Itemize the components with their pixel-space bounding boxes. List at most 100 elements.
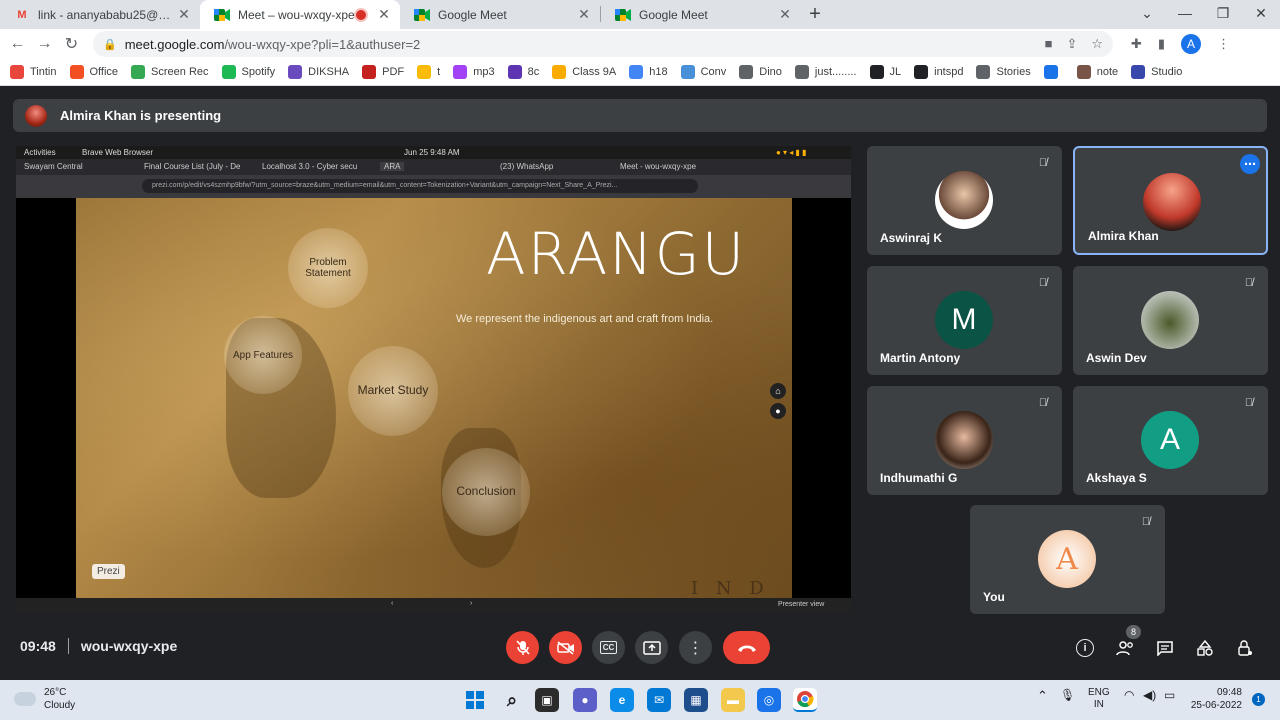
participant-avatar: A — [1141, 411, 1199, 469]
clock-time: 09:48 — [1216, 687, 1242, 698]
browser-tab-gmail[interactable]: M link - ananyababu25@gmail.com ✕ — [0, 0, 200, 29]
participant-avatar — [935, 411, 993, 469]
browser-tab-google-meet[interactable]: Google Meet ✕ — [400, 0, 600, 29]
browser-tab-meet-active[interactable]: Meet – wou-wxqy-xpe ✕ — [200, 0, 400, 29]
mic-toggle-button[interactable] — [506, 631, 539, 664]
store-icon[interactable]: ▦ — [684, 688, 708, 712]
more-options-button[interactable]: ⋮ — [679, 631, 712, 664]
weather-widget[interactable]: 26°C Cloudy — [14, 686, 75, 712]
bookmark-item[interactable]: Class 9A — [552, 65, 616, 79]
input-language[interactable]: ENG IN — [1088, 687, 1110, 711]
back-icon[interactable]: ← — [4, 35, 31, 53]
share-icon[interactable]: ⇪ — [1066, 36, 1077, 52]
camera-in-use-icon[interactable]: ■ — [1045, 36, 1053, 52]
participant-tile[interactable]: A 🎙̸ Akshaya S — [1073, 386, 1268, 495]
windows-start-icon[interactable] — [463, 688, 487, 712]
bubble-market-study[interactable]: Market Study — [348, 346, 438, 436]
bookmark-item[interactable] — [1043, 65, 1064, 79]
url-omnibox[interactable]: 🔒 meet.google.com/wou-wxqy-xpe?pli=1&aut… — [93, 31, 1113, 57]
close-tab-icon[interactable]: ✕ — [576, 6, 592, 23]
search-icon[interactable]: ⌕ — [500, 688, 524, 712]
tab-search-icon[interactable]: ⌄ — [1128, 0, 1166, 29]
minimize-icon[interactable]: — — [1166, 0, 1204, 29]
bookmark-item[interactable]: Spotify — [221, 65, 275, 79]
chat-button[interactable] — [1153, 636, 1177, 660]
presenter-avatar — [25, 104, 47, 127]
teams-chat-icon[interactable]: ● — [573, 688, 597, 712]
bookmark-item[interactable]: h18 — [629, 65, 668, 79]
present-screen-button[interactable] — [635, 631, 668, 664]
participant-tile[interactable]: 🎙̸ Aswin Dev — [1073, 266, 1268, 375]
more-options-icon[interactable]: ⋯ — [1240, 154, 1260, 174]
bookmark-item[interactable]: Screen Rec — [131, 65, 209, 79]
close-tab-icon[interactable]: ✕ — [176, 6, 192, 23]
bookmark-item[interactable]: Dino — [739, 65, 782, 79]
participant-tile[interactable]: M 🎙̸ Martin Antony — [867, 266, 1062, 375]
side-panel-icon[interactable]: ▮ — [1158, 36, 1165, 52]
people-icon — [1116, 641, 1133, 656]
volume-icon[interactable]: ◀) — [1143, 688, 1156, 702]
bookmark-label: Stories — [996, 66, 1031, 78]
bookmark-item[interactable]: 8c — [507, 65, 539, 79]
system-clock[interactable]: 09:48 25-06-2022 — [1191, 686, 1242, 712]
maximize-icon[interactable]: ❐ — [1204, 0, 1242, 29]
bookmark-item[interactable]: Tintin — [10, 65, 57, 79]
bubble-problem-statement[interactable]: Problem Statement — [288, 228, 368, 308]
bubble-conclusion[interactable]: Conclusion — [442, 448, 530, 536]
bookmark-item[interactable]: JL — [869, 65, 902, 79]
leave-call-button[interactable] — [723, 631, 770, 664]
shapes-icon — [1197, 640, 1213, 656]
bookmark-item[interactable]: Stories — [976, 65, 1031, 79]
bookmark-item[interactable]: just........ — [794, 65, 857, 79]
battery-icon[interactable]: ▭ — [1164, 688, 1175, 702]
extensions-icon[interactable]: ✚ — [1131, 36, 1142, 52]
notification-badge[interactable]: 1 — [1252, 693, 1265, 706]
captions-button[interactable]: CC — [592, 631, 625, 664]
profile-avatar[interactable]: A — [1181, 34, 1202, 54]
participant-tile[interactable]: 🎙̸ Aswinraj K — [867, 146, 1062, 255]
meeting-details-button[interactable]: i — [1073, 636, 1097, 660]
browser-tab-google-meet-2[interactable]: Google Meet ✕ — [601, 0, 801, 29]
forward-icon[interactable]: → — [31, 35, 58, 53]
shared-browser-tabs: Swayam Central Final Course List (July -… — [16, 159, 851, 175]
bookmark-item[interactable]: t — [417, 65, 440, 79]
bookmark-item[interactable]: Conv — [680, 65, 727, 79]
camera-toggle-button[interactable] — [549, 631, 582, 664]
participant-tile[interactable]: 🎙̸ Indhumathi G — [867, 386, 1062, 495]
file-explorer-icon[interactable]: ▬ — [721, 688, 745, 712]
bookmark-label: Conv — [700, 66, 727, 78]
people-button[interactable] — [1113, 636, 1137, 660]
task-view-icon[interactable]: ▣ — [535, 688, 559, 712]
zoom-icon[interactable]: ● — [770, 403, 786, 419]
app-icon[interactable]: ◎ — [757, 688, 781, 712]
chrome-menu-icon[interactable]: ⋮ — [1217, 36, 1230, 52]
edge-icon[interactable]: e — [610, 688, 634, 712]
bookmark-label: JL — [889, 66, 902, 78]
bookmark-item[interactable]: note — [1076, 65, 1118, 79]
browser-tab-strip: M link - ananyababu25@gmail.com ✕ Meet –… — [0, 0, 1280, 29]
bookmark-icon — [914, 65, 929, 79]
new-tab-button[interactable]: + — [801, 0, 829, 29]
participant-tile-self[interactable]: A 🎙̸ You — [970, 505, 1165, 614]
close-tab-icon[interactable]: ✕ — [376, 6, 392, 23]
activities-button[interactable] — [1193, 636, 1217, 660]
bookmark-item[interactable]: intspd — [914, 65, 963, 79]
mail-icon[interactable]: ✉ — [647, 688, 671, 712]
bookmarks-bar: Tintin Office Screen Rec Spotify DIKSHA PDF t m… — [0, 59, 1280, 86]
close-window-icon[interactable]: ✕ — [1242, 0, 1280, 29]
reload-icon[interactable]: ↻ — [58, 34, 85, 54]
chrome-taskbar-icon[interactable] — [793, 688, 817, 712]
home-icon[interactable]: ⌂ — [770, 383, 786, 399]
bookmark-item[interactable]: Studio — [1131, 65, 1182, 79]
bookmark-item[interactable]: PDF — [362, 65, 404, 79]
wifi-icon[interactable]: ◠ — [1124, 688, 1134, 702]
bookmark-star-icon[interactable]: ☆ — [1091, 36, 1103, 52]
bubble-app-features[interactable]: App Features — [224, 316, 302, 394]
participant-tile-active[interactable]: ⋯ Almira Khan — [1073, 146, 1268, 255]
close-tab-icon[interactable]: ✕ — [777, 6, 793, 23]
bookmark-item[interactable]: mp3 — [453, 65, 495, 79]
host-controls-button[interactable] — [1233, 636, 1257, 660]
show-hidden-icons[interactable]: ⌃ — [1037, 688, 1048, 704]
bookmark-item[interactable]: DIKSHA — [288, 65, 349, 79]
bookmark-item[interactable]: Office — [69, 65, 118, 79]
